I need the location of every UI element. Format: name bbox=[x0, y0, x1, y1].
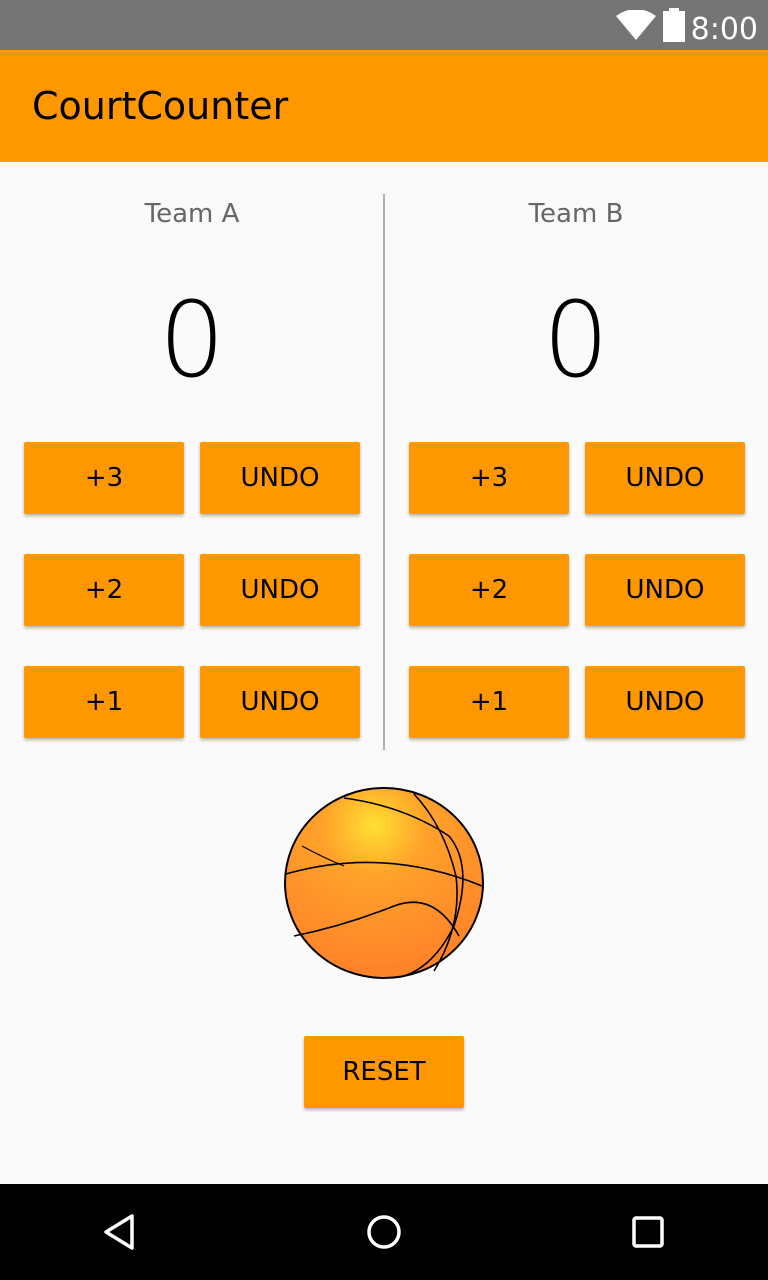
status-time: 8:00 bbox=[690, 12, 758, 47]
team-b-undo-1-button[interactable]: UNDO bbox=[585, 666, 745, 738]
team-a-plus-1-button[interactable]: +1 bbox=[24, 666, 184, 738]
recents-icon[interactable] bbox=[628, 1212, 668, 1252]
team-a-undo-1-button[interactable]: UNDO bbox=[200, 666, 360, 738]
wifi-icon bbox=[616, 10, 656, 40]
reset-button[interactable]: RESET bbox=[304, 1036, 464, 1108]
team-b-plus-1-button[interactable]: +1 bbox=[409, 666, 569, 738]
nav-bar bbox=[0, 1184, 768, 1280]
app-title: CourtCounter bbox=[32, 84, 289, 128]
basketball-image bbox=[284, 787, 484, 979]
team-b-score: 0 bbox=[542, 279, 610, 401]
team-a-plus-3-button[interactable]: +3 bbox=[24, 442, 184, 514]
team-a-plus-2-button[interactable]: +2 bbox=[24, 554, 184, 626]
team-a-undo-2-button[interactable]: UNDO bbox=[200, 554, 360, 626]
team-b-plus-2-button[interactable]: +2 bbox=[409, 554, 569, 626]
team-b-undo-3-button[interactable]: UNDO bbox=[585, 442, 745, 514]
team-b-name: Team B bbox=[528, 199, 624, 229]
app-bar: CourtCounter bbox=[0, 50, 768, 162]
team-a-undo-3-button[interactable]: UNDO bbox=[200, 442, 360, 514]
home-icon[interactable] bbox=[364, 1212, 404, 1252]
team-b-undo-2-button[interactable]: UNDO bbox=[585, 554, 745, 626]
team-a-score: 0 bbox=[158, 279, 226, 401]
status-bar: 8:00 bbox=[0, 0, 768, 50]
team-a-panel: Team A 0 +3 UNDO +2 UNDO +1 UNDO bbox=[0, 162, 384, 762]
battery-icon bbox=[663, 8, 685, 42]
team-b-plus-3-button[interactable]: +3 bbox=[409, 442, 569, 514]
team-a-name: Team A bbox=[144, 199, 240, 229]
back-icon[interactable] bbox=[100, 1212, 140, 1252]
team-b-panel: Team B 0 +3 UNDO +2 UNDO +1 UNDO bbox=[384, 162, 768, 762]
